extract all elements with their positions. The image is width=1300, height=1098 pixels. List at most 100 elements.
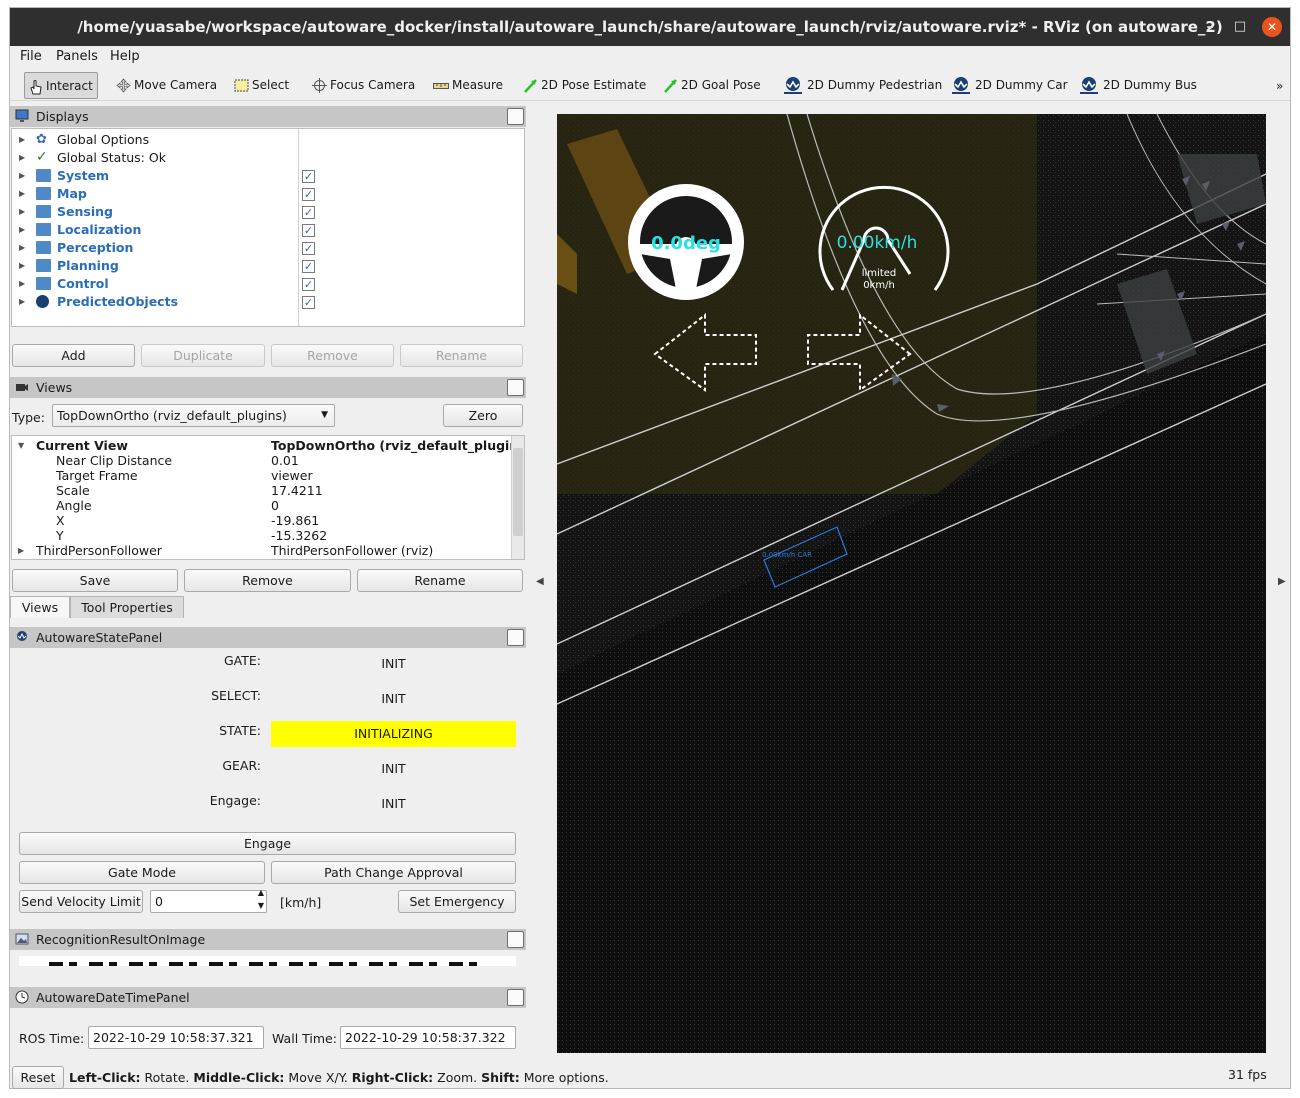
- tool-2d-dummy-bus[interactable]: 2D Dummy Bus: [1076, 72, 1197, 99]
- tool-interact[interactable]: Interact: [24, 72, 98, 99]
- displays-tree[interactable]: ▶ ✿ Global Options ▶ ✓ Global Status: Ok ▶ Syst…: [11, 128, 525, 327]
- expand-arrow-icon[interactable]: ▶: [19, 149, 25, 167]
- display-enable-checkbox[interactable]: ✓: [302, 260, 315, 273]
- saved-view-row[interactable]: ▶ TopDownOrtho TopDownOrtho (rviz): [12, 558, 524, 559]
- display-enable-checkbox[interactable]: ✓: [302, 278, 315, 291]
- expand-arrow-icon[interactable]: ▶: [19, 167, 25, 185]
- menu-panels[interactable]: Panels: [56, 48, 98, 66]
- map-render[interactable]: 0.0deg 0.00km/h limited 0km/h 0.00km/h C…: [557, 114, 1266, 1053]
- tool-move-camera[interactable]: Move Camera: [114, 72, 217, 99]
- tool-2d-pose-estimate[interactable]: 2D Pose Estimate: [521, 72, 646, 99]
- property-value[interactable]: -19.861: [271, 513, 511, 528]
- path-change-approval-button[interactable]: Path Change Approval: [271, 861, 516, 884]
- send-velocity-limit-button[interactable]: Send Velocity Limit: [19, 890, 143, 913]
- remove-display-button[interactable]: Remove: [271, 344, 394, 367]
- duplicate-display-button[interactable]: Duplicate: [141, 344, 265, 367]
- maximize-button[interactable]: □: [1230, 17, 1250, 37]
- gate-mode-button[interactable]: Gate Mode: [19, 861, 265, 884]
- display-item-predictedobjects[interactable]: ▶ PredictedObjects ✓: [12, 293, 524, 311]
- display-enable-checkbox[interactable]: ✓: [302, 224, 315, 237]
- velocity-limit-spinbox[interactable]: 0 ▲ ▼: [150, 888, 267, 913]
- wall-time-field[interactable]: 2022-10-29 10:58:37.322: [340, 1026, 516, 1049]
- expand-arrow-icon[interactable]: ▶: [19, 293, 25, 311]
- view-property-row[interactable]: Target Frame viewer: [12, 468, 524, 483]
- saved-view-row[interactable]: ▶ ThirdPersonFollower ThirdPersonFollower …: [12, 543, 524, 558]
- remove-view-button[interactable]: Remove: [184, 569, 351, 592]
- menu-bar: File Panels Help: [10, 46, 1290, 68]
- property-value[interactable]: -15.3262: [271, 528, 511, 543]
- expand-arrow-icon[interactable]: ▶: [19, 257, 25, 275]
- minimize-button[interactable]: –: [1200, 17, 1220, 37]
- display-enable-checkbox[interactable]: ✓: [302, 206, 315, 219]
- view-property-row[interactable]: Near Clip Distance 0.01: [12, 453, 524, 468]
- tab-tool-properties[interactable]: Tool Properties: [70, 596, 184, 618]
- property-value[interactable]: viewer: [271, 468, 511, 483]
- expand-arrow-icon[interactable]: ▶: [19, 239, 25, 257]
- expand-arrow-icon[interactable]: ▶: [19, 185, 25, 203]
- expand-arrow-icon[interactable]: ▶: [18, 558, 24, 559]
- collapse-right-dock-arrow[interactable]: ▶: [1278, 576, 1286, 587]
- set-emergency-button[interactable]: Set Emergency: [398, 890, 516, 913]
- expand-arrow-icon[interactable]: ▶: [19, 203, 25, 221]
- rename-display-button[interactable]: Rename: [400, 344, 523, 367]
- display-item-control[interactable]: ▶ Control ✓: [12, 275, 524, 293]
- view-property-row[interactable]: Angle 0: [12, 498, 524, 513]
- display-enable-checkbox[interactable]: ✓: [302, 242, 315, 255]
- display-item-system[interactable]: ▶ System ✓: [12, 167, 524, 185]
- display-item-map[interactable]: ▶ Map ✓: [12, 185, 524, 203]
- displays-float-button[interactable]: [507, 108, 524, 125]
- display-enable-checkbox[interactable]: ✓: [302, 188, 315, 201]
- toolbar-overflow-button[interactable]: »: [1276, 79, 1283, 93]
- property-value[interactable]: 17.4211: [271, 483, 511, 498]
- expand-arrow-icon[interactable]: ▶: [19, 275, 25, 293]
- view-property-row[interactable]: Scale 17.4211: [12, 483, 524, 498]
- spin-up-icon[interactable]: ▲: [258, 888, 264, 898]
- expand-arrow-icon[interactable]: ▶: [19, 221, 25, 239]
- tool-focus-camera[interactable]: Focus Camera: [310, 72, 415, 99]
- autoware-state-float-button[interactable]: [507, 629, 524, 646]
- menu-file[interactable]: File: [20, 48, 42, 66]
- scrollbar-thumb[interactable]: [513, 448, 523, 536]
- display-enable-checkbox[interactable]: ✓: [302, 296, 315, 309]
- view-type-select[interactable]: TopDownOrtho (rviz_default_plugins) ▼: [52, 404, 335, 427]
- add-display-button[interactable]: Add: [12, 344, 135, 367]
- display-item-perception[interactable]: ▶ Perception ✓: [12, 239, 524, 257]
- properties-scrollbar[interactable]: [511, 436, 524, 559]
- display-item-planning[interactable]: ▶ Planning ✓: [12, 257, 524, 275]
- engage-button[interactable]: Engage: [19, 832, 516, 855]
- property-value[interactable]: 0: [271, 498, 511, 513]
- reset-button[interactable]: Reset: [12, 1066, 64, 1089]
- view-properties-tree[interactable]: ▼ Current View TopDownOrtho (rviz_defaul…: [11, 435, 525, 560]
- display-item-global-options[interactable]: ▶ ✿ Global Options: [12, 131, 524, 149]
- display-item-sensing[interactable]: ▶ Sensing ✓: [12, 203, 524, 221]
- datetime-float-button[interactable]: [507, 989, 524, 1006]
- menu-help[interactable]: Help: [110, 48, 140, 66]
- collapse-left-dock-arrow[interactable]: ◀: [536, 576, 544, 587]
- views-title: Views: [36, 380, 73, 395]
- ros-time-field[interactable]: 2022-10-29 10:58:37.321: [88, 1026, 264, 1049]
- expand-arrow-icon[interactable]: ▼: [18, 438, 24, 453]
- view-property-row[interactable]: Y -15.3262: [12, 528, 524, 543]
- save-view-button[interactable]: Save: [12, 569, 178, 592]
- current-view-row[interactable]: ▼ Current View TopDownOrtho (rviz_defaul…: [12, 438, 524, 453]
- tool-select[interactable]: Select: [232, 72, 289, 99]
- tool-2d-dummy-pedestrian[interactable]: 2D Dummy Pedestrian: [780, 72, 942, 99]
- close-button[interactable]: ✕: [1262, 17, 1282, 37]
- display-item-localization[interactable]: ▶ Localization ✓: [12, 221, 524, 239]
- recognition-float-button[interactable]: [507, 931, 524, 948]
- views-float-button[interactable]: [507, 379, 524, 396]
- view-property-row[interactable]: X -19.861: [12, 513, 524, 528]
- display-enable-checkbox[interactable]: ✓: [302, 170, 315, 183]
- tool-measure[interactable]: Measure: [431, 72, 503, 99]
- tool-2d-goal-pose[interactable]: 2D Goal Pose: [661, 72, 761, 99]
- display-item-global-status-ok[interactable]: ▶ ✓ Global Status: Ok: [12, 149, 524, 167]
- expand-arrow-icon[interactable]: ▶: [19, 131, 25, 149]
- property-value[interactable]: 0.01: [271, 453, 511, 468]
- rename-view-button[interactable]: Rename: [357, 569, 523, 592]
- zero-view-button[interactable]: Zero: [443, 404, 523, 427]
- expand-arrow-icon[interactable]: ▶: [18, 543, 24, 558]
- render-viewport[interactable]: 0.0deg 0.00km/h limited 0km/h 0.00km/h C…: [557, 114, 1266, 1053]
- spin-down-icon[interactable]: ▼: [258, 901, 264, 911]
- tab-views[interactable]: Views: [10, 596, 70, 618]
- tool-2d-dummy-car[interactable]: 2D Dummy Car: [948, 72, 1068, 99]
